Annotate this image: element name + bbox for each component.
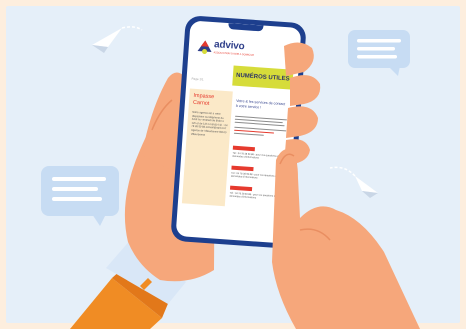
section-text: Tél : 04 78 38 59 88 - pour vos question… (229, 191, 281, 200)
section-text: Tél : 04 78 38 59 88 - pour vos question… (232, 151, 283, 160)
site-logo[interactable]: advivo ASSOCIATION D'AIDE A DOMICILE (196, 37, 254, 61)
sidebar-text: Notre agence est à votre disposition au … (190, 110, 228, 137)
section-tag (229, 185, 253, 192)
main-heading: Votre & les services de contact à votre … (235, 98, 286, 110)
chat-bubble-icon (41, 166, 119, 226)
phone-screen[interactable]: advivo ASSOCIATION D'AIDE A DOMICILE NUM… (175, 20, 302, 244)
section-tag (232, 145, 255, 152)
breadcrumb[interactable]: Page 1/1 (191, 77, 203, 82)
sidebar-title: Impasse Carnot (192, 92, 215, 107)
contact-sidebar: Impasse Carnot Notre agence est à votre … (181, 88, 233, 207)
section-text: Tél : 04 78 38 59 88 - pour vos question… (230, 171, 282, 180)
paper-plane-icon (329, 166, 378, 198)
smartphone: advivo ASSOCIATION D'AIDE A DOMICILE NUM… (170, 15, 307, 249)
phone-notch (228, 23, 264, 32)
chat-bubble-icon (348, 30, 410, 76)
text-line (233, 132, 264, 136)
paper-plane-icon (92, 26, 143, 53)
brand-tagline: ASSOCIATION D'AIDE A DOMICILE (213, 51, 255, 57)
page-title: NUMÉROS UTILES (235, 72, 290, 83)
logo-mark-icon (197, 40, 212, 54)
section-tag (231, 165, 254, 172)
brand-name: advivo (213, 39, 245, 53)
page-title-banner: NUMÉROS UTILES (232, 65, 294, 90)
